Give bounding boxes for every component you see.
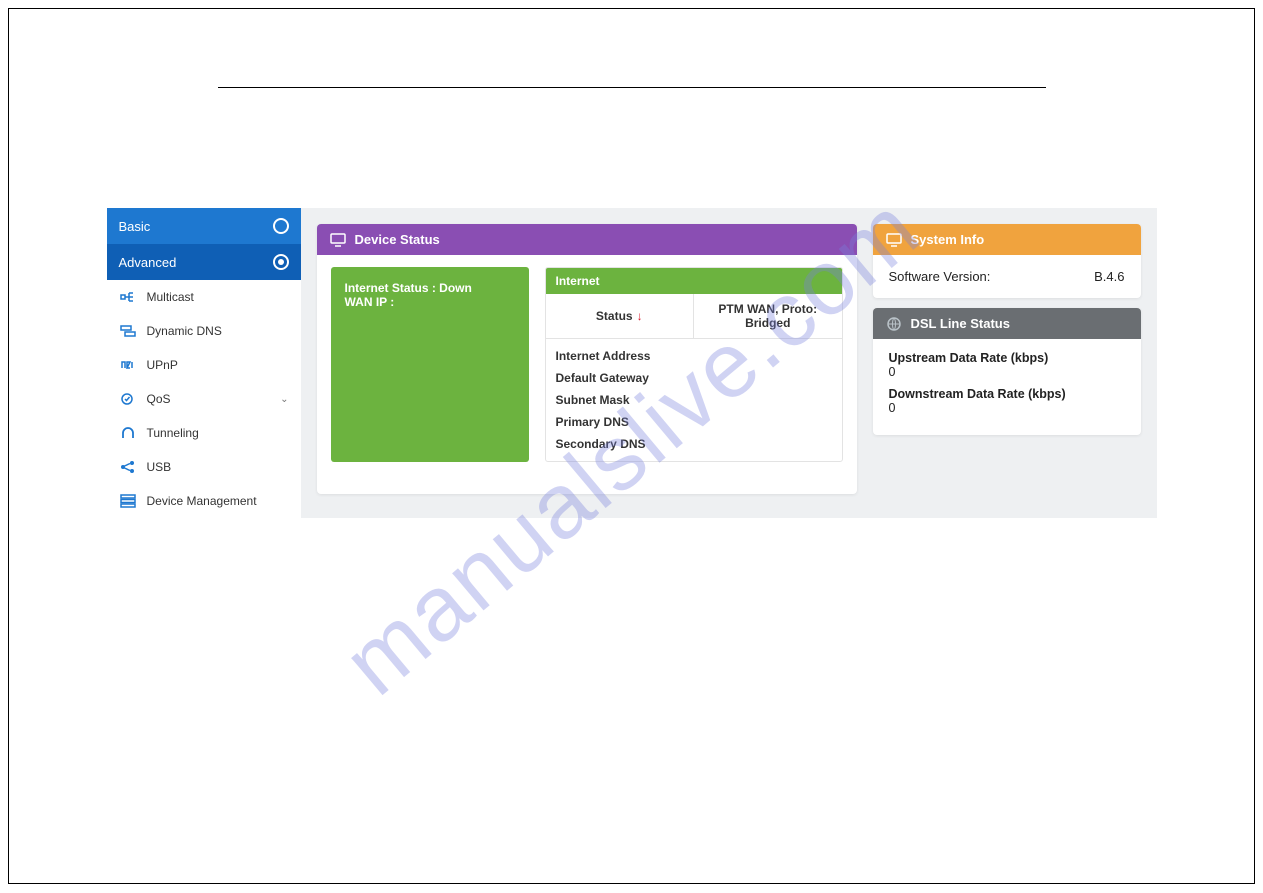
internet-attr-list: Internet Address Default Gateway Subnet … <box>546 339 842 461</box>
attr-primary-dns: Primary DNS <box>556 411 832 433</box>
tunneling-icon <box>119 426 137 440</box>
internet-block-header: Internet <box>546 268 842 294</box>
sidebar-item-label: Dynamic DNS <box>147 324 222 338</box>
system-info-header: System Info <box>873 224 1141 255</box>
qos-icon <box>119 392 137 406</box>
upstream-value: 0 <box>889 365 1125 379</box>
system-info-panel: System Info Software Version: B.4.6 <box>873 224 1141 298</box>
dsl-title: DSL Line Status <box>911 316 1010 331</box>
internet-status-text: Status <box>596 309 633 323</box>
internet-status-label: Internet Status : Down <box>345 281 515 295</box>
downstream-value: 0 <box>889 401 1125 415</box>
system-info-title: System Info <box>911 232 985 247</box>
device-status-title: Device Status <box>355 232 440 247</box>
sidebar-section-advanced-label: Advanced <box>119 255 177 270</box>
internet-status-row: Status ↓ PTM WAN, Proto: Bridged <box>546 294 842 339</box>
internet-status-box: Internet Status : Down WAN IP : <box>331 267 529 462</box>
upstream-label: Upstream Data Rate (kbps) <box>889 351 1125 365</box>
sidebar-item-multicast[interactable]: Multicast <box>107 280 301 314</box>
wan-proto-cell: PTM WAN, Proto: Bridged <box>694 294 842 338</box>
internet-status-cell: Status ↓ <box>546 294 695 338</box>
device-status-header: Device Status <box>317 224 857 255</box>
document-page: manualslive.com Basic Advanced Multicast <box>8 8 1255 884</box>
dsl-line-status-panel: DSL Line Status Upstream Data Rate (kbps… <box>873 308 1141 435</box>
attr-internet-address: Internet Address <box>556 345 832 367</box>
multicast-icon <box>119 290 137 304</box>
sidebar: Basic Advanced Multicast Dynamic DNS <box>107 208 301 518</box>
status-down-icon: ↓ <box>637 309 643 323</box>
downstream-label: Downstream Data Rate (kbps) <box>889 387 1125 401</box>
attr-default-gateway: Default Gateway <box>556 367 832 389</box>
chevron-down-icon: ⌄ <box>280 394 288 405</box>
device-status-body: Internet Status : Down WAN IP : Internet… <box>317 255 857 474</box>
software-version-value: B.4.6 <box>1094 269 1124 284</box>
side-column: System Info Software Version: B.4.6 <box>873 224 1141 435</box>
sidebar-item-qos[interactable]: QoS ⌄ <box>107 382 301 416</box>
share-icon <box>119 460 137 474</box>
attr-secondary-dns: Secondary DNS <box>556 433 832 455</box>
monitor-icon <box>885 233 903 247</box>
upnp-icon <box>119 358 137 372</box>
sidebar-item-label: QoS <box>147 392 171 406</box>
header-rule <box>218 87 1046 88</box>
content-area: Device Status Internet Status : Down WAN… <box>301 208 1157 518</box>
system-info-body: Software Version: B.4.6 <box>873 255 1141 298</box>
sidebar-item-usb[interactable]: USB <box>107 450 301 484</box>
sidebar-section-basic[interactable]: Basic <box>107 208 301 244</box>
sidebar-item-dynamic-dns[interactable]: Dynamic DNS <box>107 314 301 348</box>
sidebar-section-advanced[interactable]: Advanced <box>107 244 301 280</box>
wan-ip-label: WAN IP : <box>345 295 515 309</box>
device-status-panel: Device Status Internet Status : Down WAN… <box>317 224 857 494</box>
software-version-label: Software Version: <box>889 269 991 284</box>
ddns-icon <box>119 324 137 338</box>
globe-icon <box>885 317 903 331</box>
monitor-icon <box>329 233 347 247</box>
sidebar-section-basic-label: Basic <box>119 219 151 234</box>
sidebar-item-tunneling[interactable]: Tunneling <box>107 416 301 450</box>
sidebar-item-label: Tunneling <box>147 426 199 440</box>
device-management-icon <box>119 494 137 508</box>
internet-details-block: Internet Status ↓ PTM WAN, Proto: Bridge… <box>545 267 843 462</box>
software-version-row: Software Version: B.4.6 <box>889 267 1125 286</box>
sidebar-item-label: UPnP <box>147 358 178 372</box>
dsl-header: DSL Line Status <box>873 308 1141 339</box>
dsl-body: Upstream Data Rate (kbps) 0 Downstream D… <box>873 339 1141 435</box>
radio-unselected-icon <box>273 218 289 234</box>
sidebar-item-label: USB <box>147 460 172 474</box>
router-admin-app: Basic Advanced Multicast Dynamic DNS <box>107 208 1157 518</box>
sidebar-item-device-management[interactable]: Device Management <box>107 484 301 518</box>
sidebar-item-upnp[interactable]: UPnP <box>107 348 301 382</box>
radio-selected-icon <box>273 254 289 270</box>
sidebar-item-label: Device Management <box>147 494 257 508</box>
sidebar-item-label: Multicast <box>147 290 194 304</box>
attr-subnet-mask: Subnet Mask <box>556 389 832 411</box>
